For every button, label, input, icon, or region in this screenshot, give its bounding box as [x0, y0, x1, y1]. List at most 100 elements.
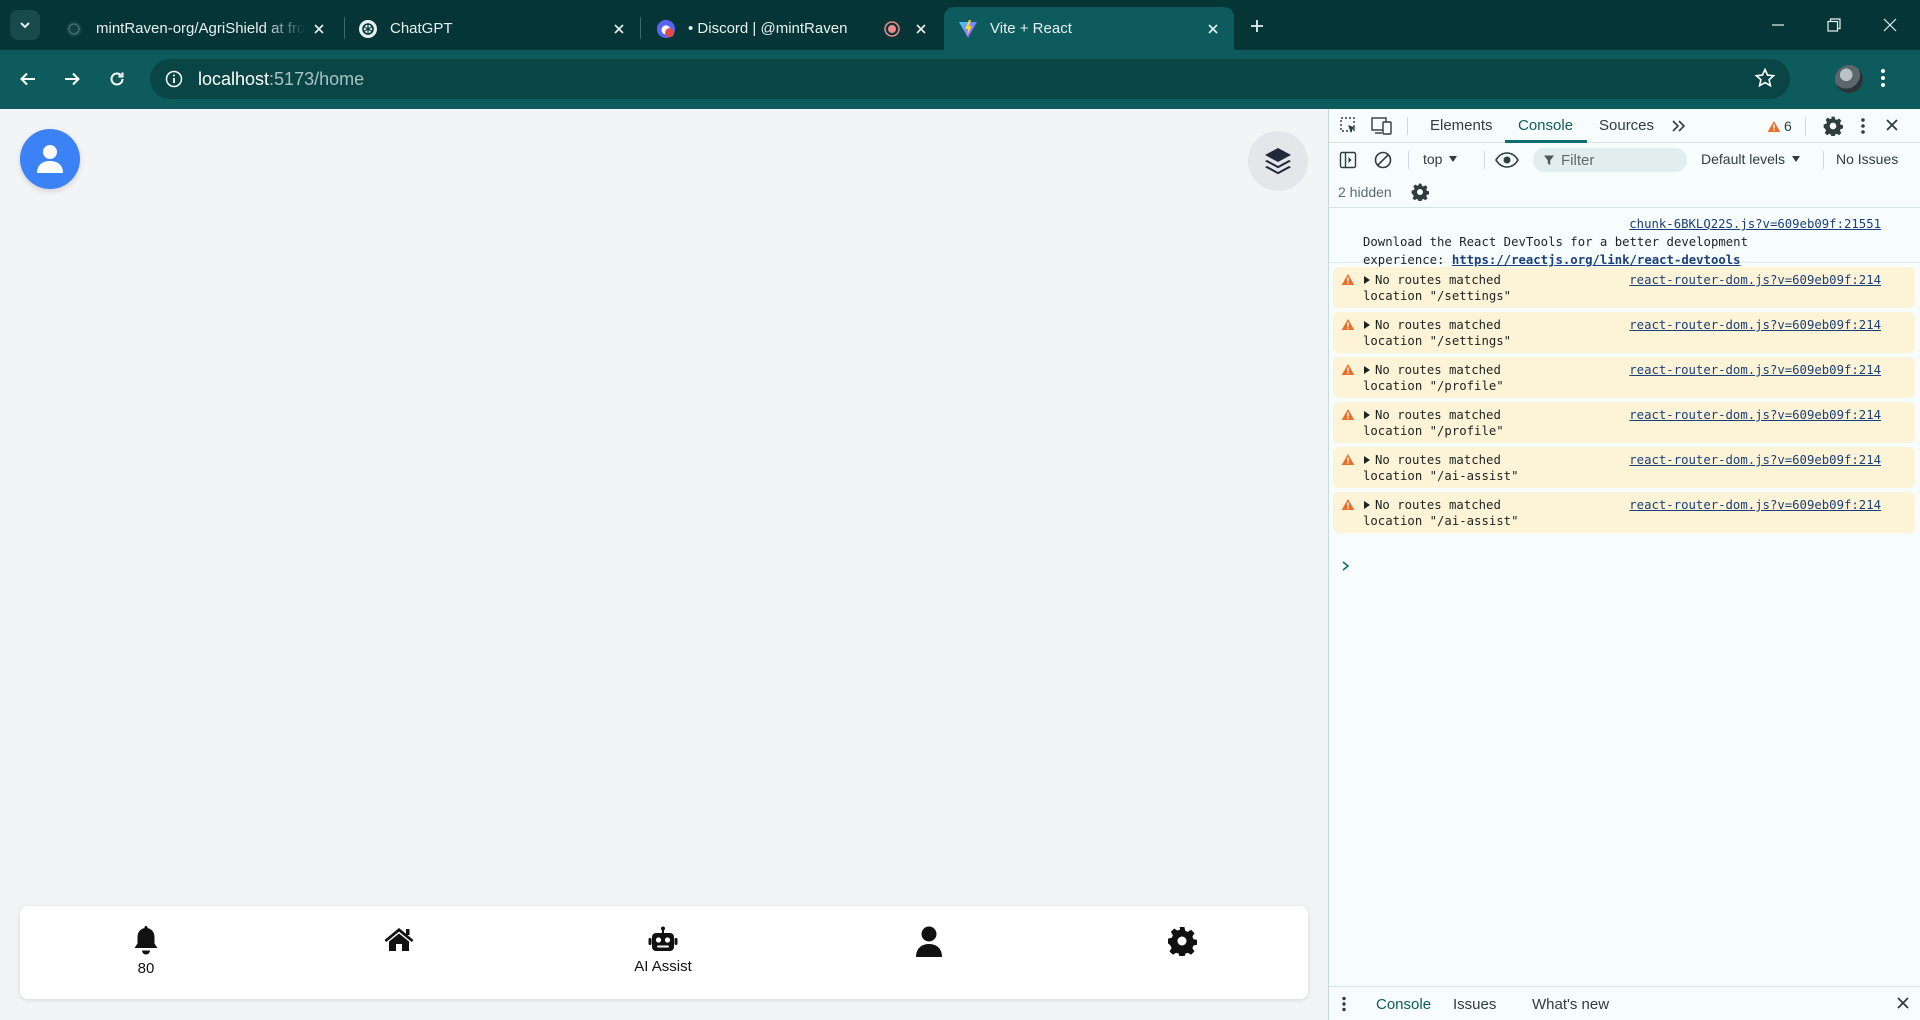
bookmark-star-icon[interactable] [1754, 67, 1776, 89]
tab-chatgpt[interactable]: ChatGPT [344, 7, 640, 50]
warning-icon [1341, 318, 1355, 331]
source-link[interactable]: react-router-dom.js?v=609eb09f:214 [1629, 316, 1881, 334]
chatgpt-icon [358, 19, 378, 39]
expand-triangle-icon[interactable] [1363, 410, 1371, 420]
site-info-icon[interactable] [162, 67, 186, 91]
context-selector[interactable]: top [1423, 151, 1458, 167]
console-settings-gear-icon[interactable] [1411, 183, 1429, 201]
warning-counter[interactable]: 6 [1767, 118, 1792, 134]
tab-elements[interactable]: Elements [1430, 117, 1493, 134]
warning-location: location "/settings" [1363, 289, 1512, 303]
console-warning[interactable]: No routes matched location "/settings" r… [1333, 312, 1915, 353]
minimize-button[interactable] [1750, 0, 1806, 50]
active-tab-indicator [1505, 140, 1587, 143]
console-warning[interactable]: No routes matched location "/settings" r… [1333, 267, 1915, 308]
separator [1407, 117, 1408, 135]
profile-avatar[interactable] [1835, 65, 1863, 93]
devtools-panel: Elements Console Sources 6 top Filter De… [1328, 109, 1920, 1020]
nav-settings[interactable] [1122, 906, 1242, 999]
warning-icon [1341, 363, 1355, 376]
source-link[interactable]: react-router-dom.js?v=609eb09f:214 [1629, 451, 1881, 469]
more-tabs-icon[interactable] [1671, 118, 1687, 134]
close-window-button[interactable] [1862, 0, 1918, 50]
forward-button[interactable] [55, 62, 89, 96]
tab-discord[interactable]: • Discord | @mintRaven [642, 7, 942, 50]
close-icon[interactable] [306, 16, 332, 42]
devtools-drawer: Console Issues What's new [1329, 986, 1920, 1020]
home-icon [384, 928, 414, 951]
tab-vite-react[interactable]: Vite + React [944, 7, 1234, 50]
close-icon[interactable] [1200, 16, 1226, 42]
warning-icon [1341, 498, 1355, 511]
console-warning[interactable]: No routes matched location "/ai-assist" … [1333, 492, 1915, 533]
drawer-menu-icon[interactable] [1341, 996, 1347, 1012]
plus-icon [1251, 20, 1263, 32]
browser-menu-icon[interactable] [1880, 67, 1886, 89]
address-bar[interactable]: localhost:5173/home [150, 59, 1790, 99]
devtools-link[interactable]: https://reactjs.org/link/react-devtools [1452, 253, 1741, 267]
vite-icon [958, 19, 978, 39]
arrow-right-icon [65, 72, 80, 86]
expand-triangle-icon[interactable] [1363, 500, 1371, 510]
tab-search-button[interactable] [10, 10, 40, 40]
live-expression-eye-icon[interactable] [1495, 152, 1519, 168]
expand-triangle-icon[interactable] [1363, 365, 1371, 375]
source-link[interactable]: react-router-dom.js?v=609eb09f:214 [1629, 361, 1881, 379]
console-warning[interactable]: No routes matched location "/profile" re… [1333, 357, 1915, 398]
layers-button[interactable] [1248, 131, 1308, 191]
separator [1805, 117, 1806, 135]
warning-count: 6 [1784, 118, 1792, 134]
tab-console[interactable]: Console [1518, 117, 1573, 134]
close-devtools-icon[interactable] [1885, 118, 1899, 132]
nav-home[interactable] [339, 906, 459, 999]
log-levels-dropdown[interactable]: Default levels [1701, 151, 1801, 167]
new-tab-button[interactable] [1243, 12, 1271, 40]
drawer-tab-whats-new[interactable]: What's new [1532, 996, 1609, 1013]
restore-button[interactable] [1806, 0, 1862, 50]
reload-button[interactable] [100, 62, 134, 96]
expand-triangle-icon[interactable] [1363, 455, 1371, 465]
drawer-tab-issues[interactable]: Issues [1453, 996, 1496, 1013]
nav-profile[interactable] [869, 906, 989, 999]
hidden-count: 2 hidden [1338, 184, 1392, 200]
drawer-tab-console[interactable]: Console [1376, 996, 1431, 1013]
filter-input[interactable]: Filter [1533, 148, 1687, 172]
profile-button[interactable] [20, 129, 80, 189]
console-warning[interactable]: No routes matched location "/profile" re… [1333, 402, 1915, 443]
console-messages: chunk-6BKLQ22S.js?v=609eb09f:21551 Downl… [1329, 209, 1920, 533]
caret-down-icon [1449, 156, 1458, 162]
close-icon[interactable] [606, 16, 632, 42]
separator [1408, 151, 1409, 169]
device-toolbar-icon[interactable] [1371, 116, 1393, 136]
tab-title: mintRaven-org/AgriShield at fro [96, 20, 306, 37]
nav-notifications[interactable]: 80 [86, 906, 206, 999]
sidebar-toggle-icon[interactable] [1339, 151, 1357, 169]
expand-triangle-icon[interactable] [1363, 320, 1371, 330]
inspect-element-icon[interactable] [1339, 116, 1359, 136]
expand-triangle-icon[interactable] [1363, 275, 1371, 285]
robot-icon [648, 926, 678, 951]
console-warning[interactable]: No routes matched location "/ai-assist" … [1333, 447, 1915, 488]
source-link[interactable]: react-router-dom.js?v=609eb09f:214 [1629, 406, 1881, 424]
source-link[interactable]: chunk-6BKLQ22S.js?v=609eb09f:21551 [1629, 215, 1881, 233]
nav-ai-assist[interactable]: AI Assist [603, 906, 723, 999]
clear-console-icon[interactable] [1374, 151, 1392, 169]
tab-sources[interactable]: Sources [1599, 117, 1654, 134]
console-prompt-chevron-icon[interactable] [1341, 560, 1351, 572]
tab-title: Vite + React [990, 20, 1072, 37]
back-button[interactable] [11, 62, 45, 96]
source-link[interactable]: react-router-dom.js?v=609eb09f:214 [1629, 496, 1881, 514]
devtools-menu-icon[interactable] [1860, 117, 1866, 135]
filter-placeholder: Filter [1561, 151, 1595, 169]
separator [1484, 151, 1485, 169]
close-icon[interactable] [908, 16, 934, 42]
close-drawer-icon[interactable] [1896, 996, 1910, 1010]
settings-gear-icon[interactable] [1823, 116, 1843, 136]
source-link[interactable]: react-router-dom.js?v=609eb09f:214 [1629, 271, 1881, 289]
warning-location: location "/ai-assist" [1363, 469, 1519, 483]
tab-title: • Discord | @mintRaven [688, 20, 848, 37]
tab-title: ChatGPT [390, 20, 453, 37]
tab-github[interactable]: mintRaven-org/AgriShield at fro [50, 7, 340, 50]
issues-link[interactable]: No Issues [1836, 151, 1898, 167]
warning-location: location "/profile" [1363, 379, 1504, 393]
